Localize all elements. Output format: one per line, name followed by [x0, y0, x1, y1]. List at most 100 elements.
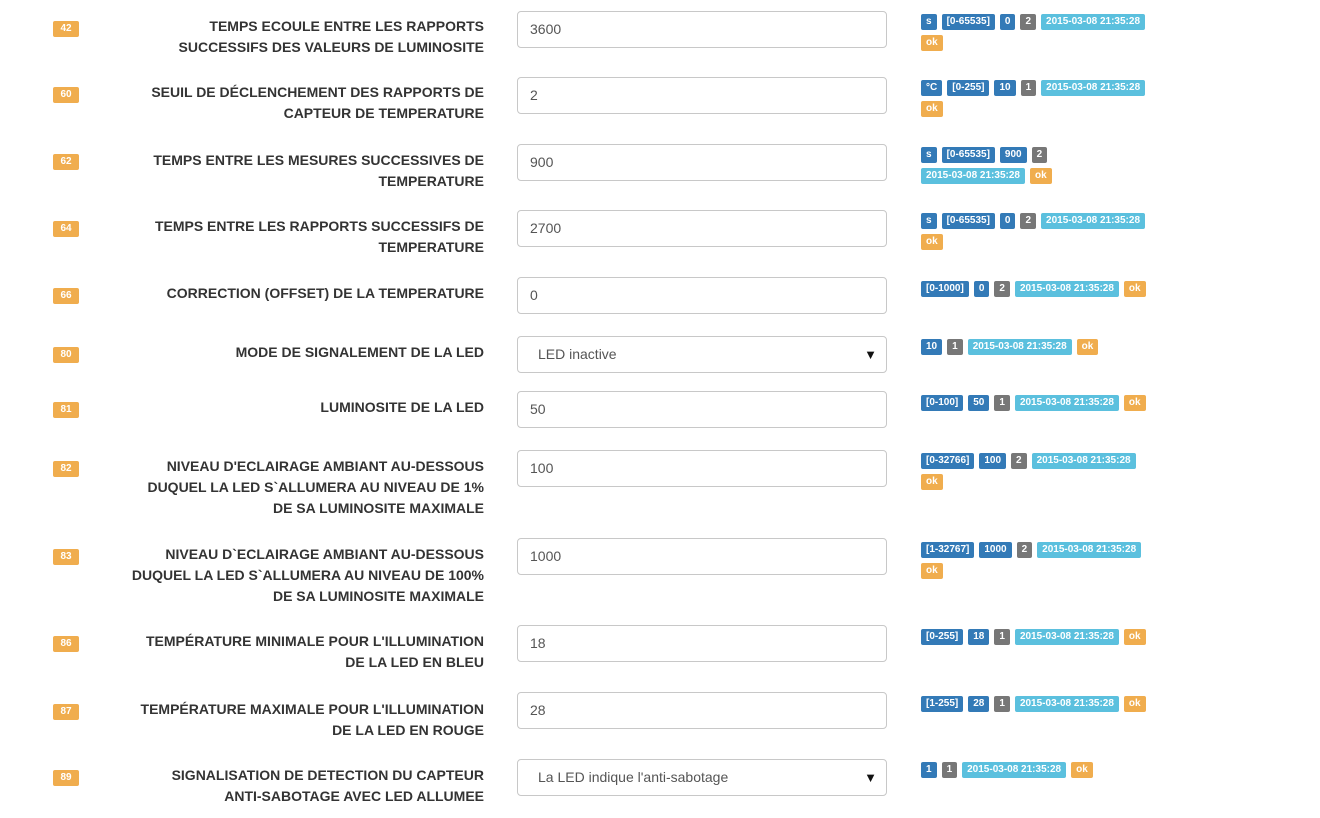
- timestamp-badge: 2015-03-08 21:35:28: [967, 339, 1072, 355]
- value-badge: 1: [994, 629, 1010, 645]
- timestamp-badge: 2015-03-08 21:35:28: [1041, 213, 1146, 229]
- input-value: 2700: [530, 220, 562, 236]
- parameter-label-line: DE SA LUMINOSITE MAXIMALE: [272, 500, 484, 516]
- caret-down-icon[interactable]: ▼: [864, 337, 877, 372]
- value-badge: 0: [999, 213, 1016, 229]
- parameter-label-line: TEMPERATURE: [378, 173, 484, 189]
- input-value: 2: [530, 87, 538, 103]
- input-value: 28: [530, 702, 546, 718]
- value-badge: 10: [994, 80, 1016, 96]
- value-badge: 900: [999, 147, 1027, 163]
- value-badge: 10: [921, 339, 943, 355]
- value-badge: 28: [968, 696, 990, 712]
- value-badge: [0-255]: [921, 629, 964, 645]
- parameter-input[interactable]: 0: [517, 277, 887, 314]
- value-badge: 0: [973, 281, 990, 297]
- parameter-select[interactable]: La LED indique l'anti-sabotage ▼: [517, 759, 887, 796]
- parameter-number-badge: 42: [53, 21, 79, 37]
- parameter-status-badges: [1-32767] 1000 2 2015-03-08 21:35:28 ok: [921, 542, 1151, 579]
- parameter-number-badge: 60: [53, 87, 79, 103]
- value-badge: [0-100]: [921, 395, 964, 411]
- value-badge: s: [921, 147, 937, 163]
- value-badge: 2: [1016, 542, 1033, 558]
- parameter-label: TEMPS ECOULE ENTRE LES RAPPORTS SUCCESSIF…: [100, 16, 484, 58]
- value-badge: s: [921, 213, 937, 229]
- parameter-input[interactable]: 3600: [517, 11, 887, 48]
- parameter-status-badges: [1-255] 28 1 2015-03-08 21:35:28 ok: [921, 696, 1151, 712]
- parameter-label: CORRECTION (OFFSET) DE LA TEMPERATURE: [100, 283, 484, 304]
- parameter-input[interactable]: 2: [517, 77, 887, 114]
- value-badge: 2: [1020, 213, 1037, 229]
- parameter-label-line: TEMPERATURE: [378, 239, 484, 255]
- input-value: 0: [530, 287, 538, 303]
- parameter-input[interactable]: 900: [517, 144, 887, 181]
- parameter-input[interactable]: 100: [517, 450, 887, 487]
- timestamp-badge: 2015-03-08 21:35:28: [962, 762, 1067, 778]
- value-badge: °C: [921, 80, 943, 96]
- timestamp-badge: 2015-03-08 21:35:28: [1014, 395, 1119, 411]
- value-badge: 18: [968, 629, 990, 645]
- status-ok-badge: ok: [1123, 696, 1146, 712]
- timestamp-badge: 2015-03-08 21:35:28: [1037, 542, 1142, 558]
- input-value: 100: [530, 460, 554, 476]
- parameter-label-line: CORRECTION (OFFSET) DE LA TEMPERATURE: [166, 285, 484, 301]
- parameter-label: TEMPS ENTRE LES RAPPORTS SUCCESSIFS DE TE…: [100, 216, 484, 258]
- parameter-number-badge: 66: [53, 288, 79, 304]
- parameter-label-line: NIVEAU D'ECLAIRAGE AMBIANT AU-DESSOUS: [166, 458, 484, 474]
- parameter-label: TEMPÉRATURE MINIMALE POUR L'ILLUMINATION…: [100, 631, 484, 673]
- value-badge: [0-65535]: [941, 14, 995, 30]
- parameter-input[interactable]: 28: [517, 692, 887, 729]
- value-badge: [0-255]: [947, 80, 990, 96]
- parameter-label-line: TEMPS ENTRE LES MESURES SUCCESSIVES DE: [153, 152, 484, 168]
- input-value: 900: [530, 154, 554, 170]
- parameter-label: NIVEAU D`ECLAIRAGE AMBIANT AU-DESSOUS DUQ…: [100, 544, 484, 607]
- parameter-label-line: TEMPS ECOULE ENTRE LES RAPPORTS: [209, 18, 484, 34]
- parameter-label-line: ANTI-SABOTAGE AVEC LED ALLUMEE: [224, 788, 484, 804]
- value-badge: 0: [999, 14, 1016, 30]
- status-ok-badge: ok: [1071, 762, 1093, 778]
- parameter-input[interactable]: 1000: [517, 538, 887, 575]
- parameter-label: MODE DE SIGNALEMENT DE LA LED: [100, 342, 484, 363]
- parameter-label: SIGNALISATION DE DETECTION DU CAPTEUR ANT…: [100, 765, 484, 807]
- status-ok-badge: ok: [921, 35, 943, 51]
- value-badge: 1: [947, 339, 963, 355]
- status-ok-badge: ok: [921, 234, 943, 250]
- parameter-label: LUMINOSITE DE LA LED: [100, 397, 484, 418]
- parameter-label-line: SIGNALISATION DE DETECTION DU CAPTEUR: [171, 767, 484, 783]
- parameter-label: NIVEAU D'ECLAIRAGE AMBIANT AU-DESSOUS DUQ…: [100, 456, 484, 519]
- parameter-label-line: SUCCESSIFS DES VALEURS DE LUMINOSITE: [178, 39, 484, 55]
- parameter-status-badges: °C [0-255] 10 1 2015-03-08 21:35:28 ok: [921, 80, 1151, 117]
- parameter-status-badges: [0-255] 18 1 2015-03-08 21:35:28 ok: [921, 629, 1151, 645]
- value-badge: [0-1000]: [921, 281, 969, 297]
- value-badge: 2: [994, 281, 1010, 297]
- status-ok-badge: ok: [921, 563, 943, 579]
- parameter-status-badges: [0-1000] 0 2 2015-03-08 21:35:28 ok: [921, 281, 1151, 297]
- timestamp-badge: 2015-03-08 21:35:28: [921, 168, 1025, 184]
- select-selected-value: La LED indique l'anti-sabotage: [538, 769, 729, 785]
- parameter-label-line: TEMPS ENTRE LES RAPPORTS SUCCESSIFS DE: [154, 218, 484, 234]
- parameter-label-line: DE LA LED EN BLEU: [345, 654, 484, 670]
- parameter-label: TEMPS ENTRE LES MESURES SUCCESSIVES DE TE…: [100, 150, 484, 192]
- status-ok-badge: ok: [921, 101, 943, 117]
- parameter-status-badges: s [0-65535] 0 2 2015-03-08 21:35:28 ok: [921, 14, 1151, 51]
- select-selected-value: LED inactive: [538, 346, 617, 362]
- parameter-input[interactable]: 2700: [517, 210, 887, 247]
- parameter-select[interactable]: LED inactive ▼: [517, 336, 887, 373]
- value-badge: [1-32767]: [921, 542, 975, 558]
- status-ok-badge: ok: [921, 474, 943, 490]
- parameter-input[interactable]: 18: [517, 625, 887, 662]
- value-badge: 1: [1020, 80, 1037, 96]
- parameter-number-badge: 80: [53, 347, 79, 363]
- value-badge: [0-32766]: [921, 453, 975, 469]
- input-value: 18: [530, 635, 546, 651]
- parameter-label-line: TEMPÉRATURE MINIMALE POUR L'ILLUMINATION: [145, 633, 484, 649]
- value-badge: 1: [994, 696, 1010, 712]
- parameter-label-line: LUMINOSITE DE LA LED: [320, 399, 484, 415]
- value-badge: 1000: [979, 542, 1012, 558]
- parameter-input[interactable]: 50: [517, 391, 887, 428]
- caret-down-icon[interactable]: ▼: [864, 760, 877, 795]
- value-badge: 1: [941, 762, 958, 778]
- parameter-label-line: NIVEAU D`ECLAIRAGE AMBIANT AU-DESSOUS: [165, 546, 484, 562]
- timestamp-badge: 2015-03-08 21:35:28: [1031, 453, 1136, 469]
- timestamp-badge: 2015-03-08 21:35:28: [1014, 281, 1119, 297]
